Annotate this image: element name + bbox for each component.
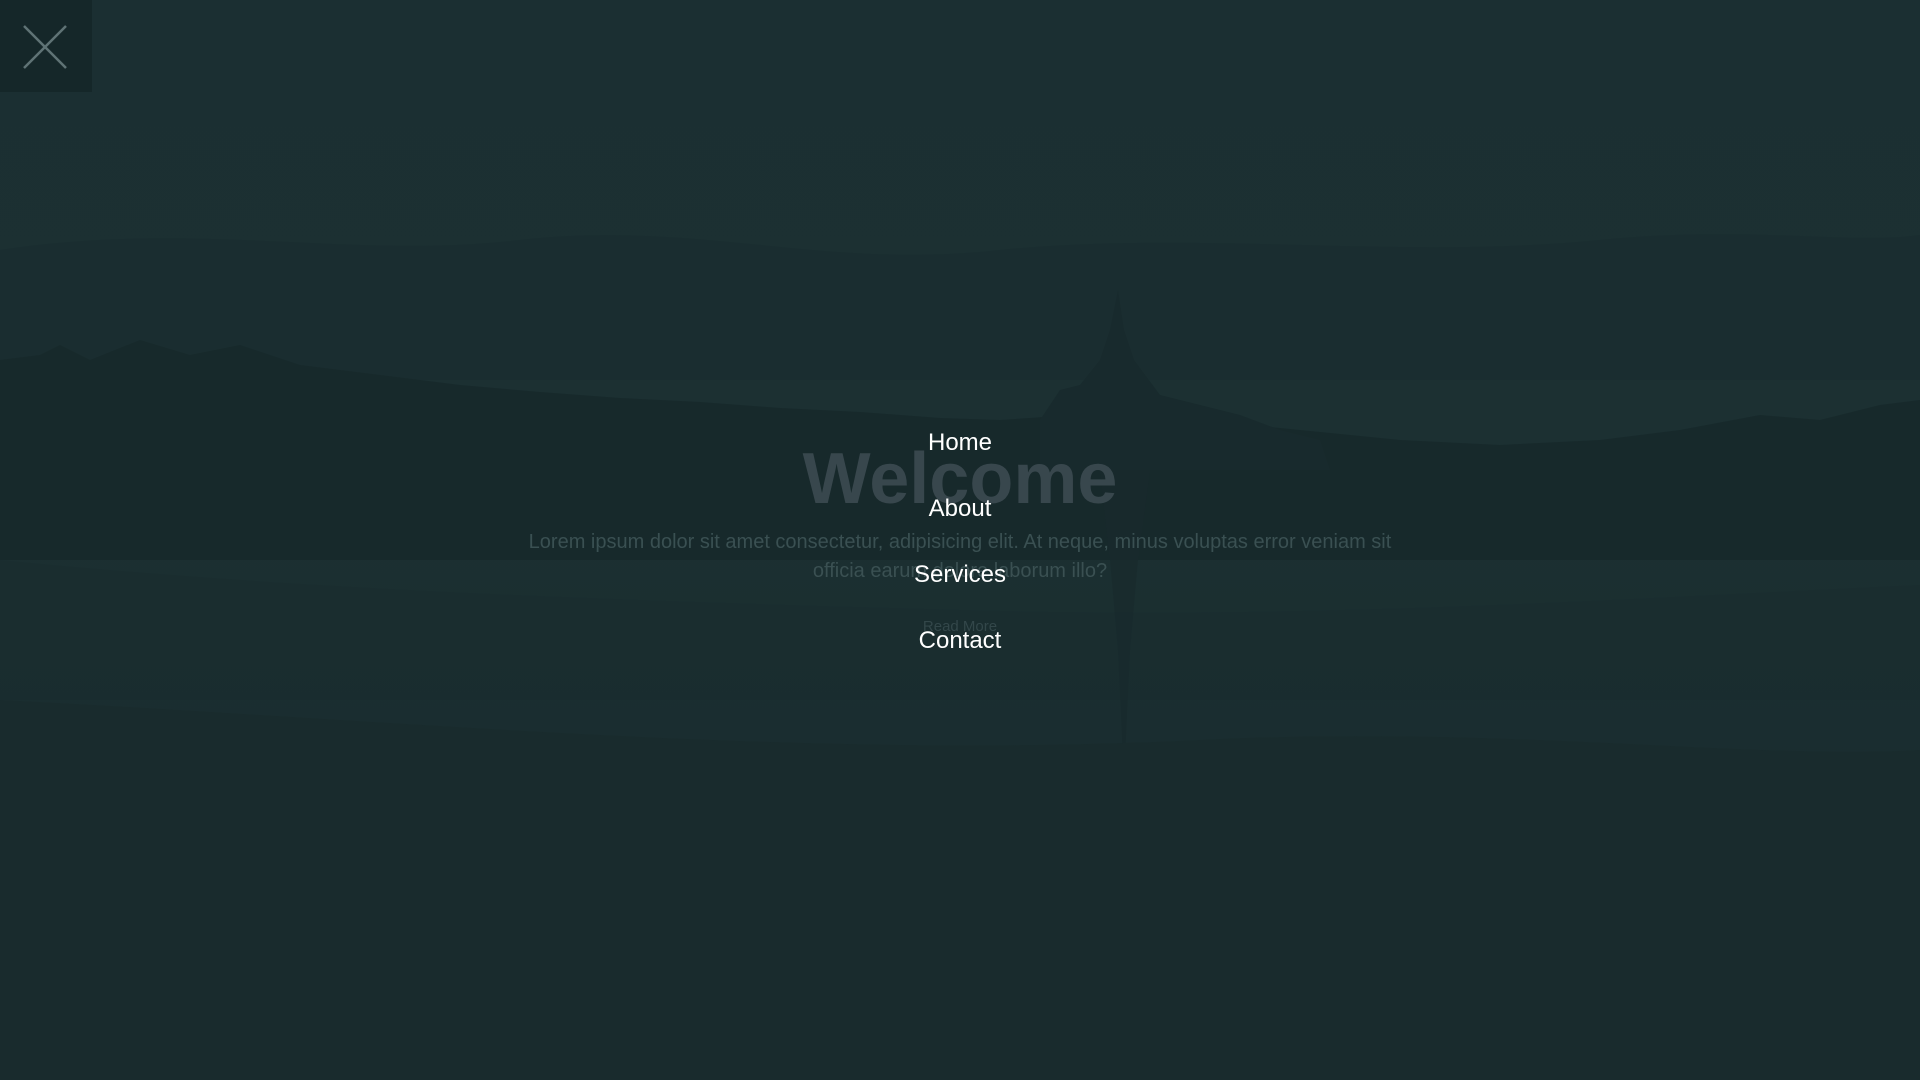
nav-link-home[interactable]: Home	[928, 429, 992, 456]
nav-link-about[interactable]: About	[929, 495, 992, 522]
close-menu-button[interactable]	[0, 0, 92, 92]
nav-link-services[interactable]: Services	[914, 561, 1006, 588]
main-nav-menu: Home About Services Contact	[0, 424, 1920, 688]
nav-item-home: Home	[0, 424, 1920, 490]
menu-overlay-page: Welcome Lorem ipsum dolor sit amet conse…	[0, 0, 1920, 1080]
nav-item-about: About	[0, 490, 1920, 556]
nav-item-services: Services	[0, 556, 1920, 622]
close-icon	[23, 25, 67, 69]
nav-item-contact: Contact	[0, 622, 1920, 688]
nav-link-contact[interactable]: Contact	[919, 627, 1002, 654]
